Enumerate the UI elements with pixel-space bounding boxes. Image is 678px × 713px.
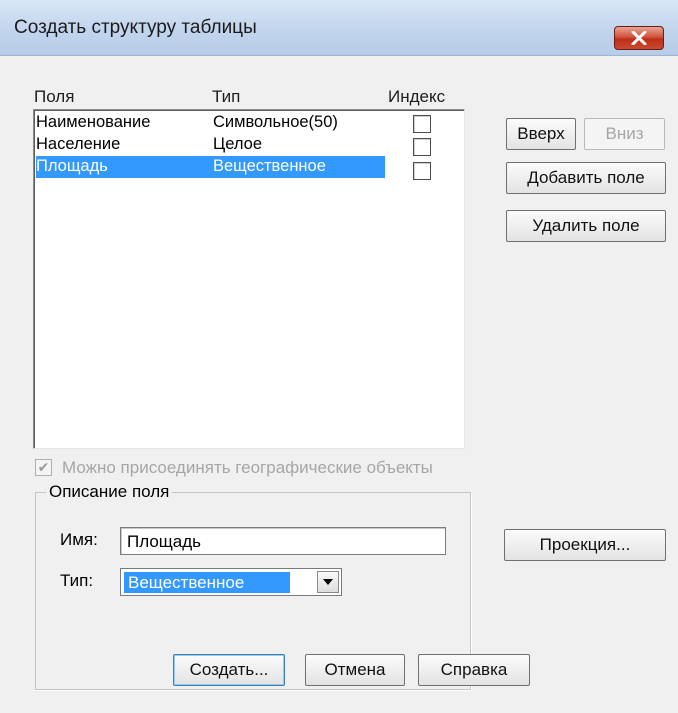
window-title: Создать структуру таблицы xyxy=(14,17,257,38)
add-field-button[interactable]: Добавить поле xyxy=(506,162,666,194)
header-index: Индекс xyxy=(388,87,446,106)
header-fields: Поля xyxy=(34,87,75,106)
create-button[interactable]: Создать... xyxy=(173,654,285,686)
delete-field-label: Удалить поле xyxy=(532,216,640,235)
name-label: Имя: xyxy=(60,530,98,549)
geo-objects-label: Можно присоединять географические объект… xyxy=(62,458,433,477)
close-icon xyxy=(631,31,647,45)
move-up-label: Вверх xyxy=(517,124,565,143)
chevron-down-icon xyxy=(323,579,333,585)
move-down-label: Вниз xyxy=(605,124,644,143)
create-label: Создать... xyxy=(189,660,269,679)
geo-objects-checkbox[interactable]: ✔ xyxy=(35,459,52,476)
index-checkbox[interactable] xyxy=(413,138,431,156)
name-value: Площадь xyxy=(127,532,202,551)
field-type: Целое xyxy=(213,135,263,153)
help-label: Справка xyxy=(440,660,508,679)
move-down-button[interactable]: Вниз xyxy=(584,118,665,150)
add-field-label: Добавить поле xyxy=(527,168,645,187)
move-up-button[interactable]: Вверх xyxy=(506,118,576,150)
type-select[interactable]: Вещественное xyxy=(120,568,342,596)
close-button[interactable] xyxy=(614,26,664,50)
field-description-title: Описание поля xyxy=(46,482,173,502)
cancel-button[interactable]: Отмена xyxy=(305,654,405,686)
header-type: Тип xyxy=(212,87,241,106)
list-item-selected[interactable]: Площадь Вещественное xyxy=(36,156,385,178)
list-item[interactable]: Наименование Символьное(50) xyxy=(36,112,385,134)
index-checkbox[interactable] xyxy=(413,162,431,180)
projection-button[interactable]: Проекция... xyxy=(504,529,666,561)
projection-label: Проекция... xyxy=(539,535,631,554)
field-name: Площадь xyxy=(36,157,108,175)
field-name: Наименование xyxy=(36,113,151,131)
check-icon: ✔ xyxy=(37,459,50,475)
type-value: Вещественное xyxy=(124,572,290,593)
field-name: Население xyxy=(36,135,121,153)
list-item[interactable]: Население Целое xyxy=(36,134,385,156)
field-type: Вещественное xyxy=(213,157,326,175)
name-field[interactable]: Площадь xyxy=(120,527,446,555)
title-bar: Создать структуру таблицы xyxy=(0,0,678,56)
type-label: Тип: xyxy=(60,571,94,590)
cancel-label: Отмена xyxy=(324,660,386,679)
index-checkbox[interactable] xyxy=(413,115,431,133)
delete-field-button[interactable]: Удалить поле xyxy=(506,210,666,242)
fields-listbox[interactable]: Наименование Символьное(50) Население Це… xyxy=(33,109,465,449)
type-dropdown-button[interactable] xyxy=(317,571,339,593)
field-type: Символьное(50) xyxy=(213,113,338,131)
help-button[interactable]: Справка xyxy=(418,654,530,686)
